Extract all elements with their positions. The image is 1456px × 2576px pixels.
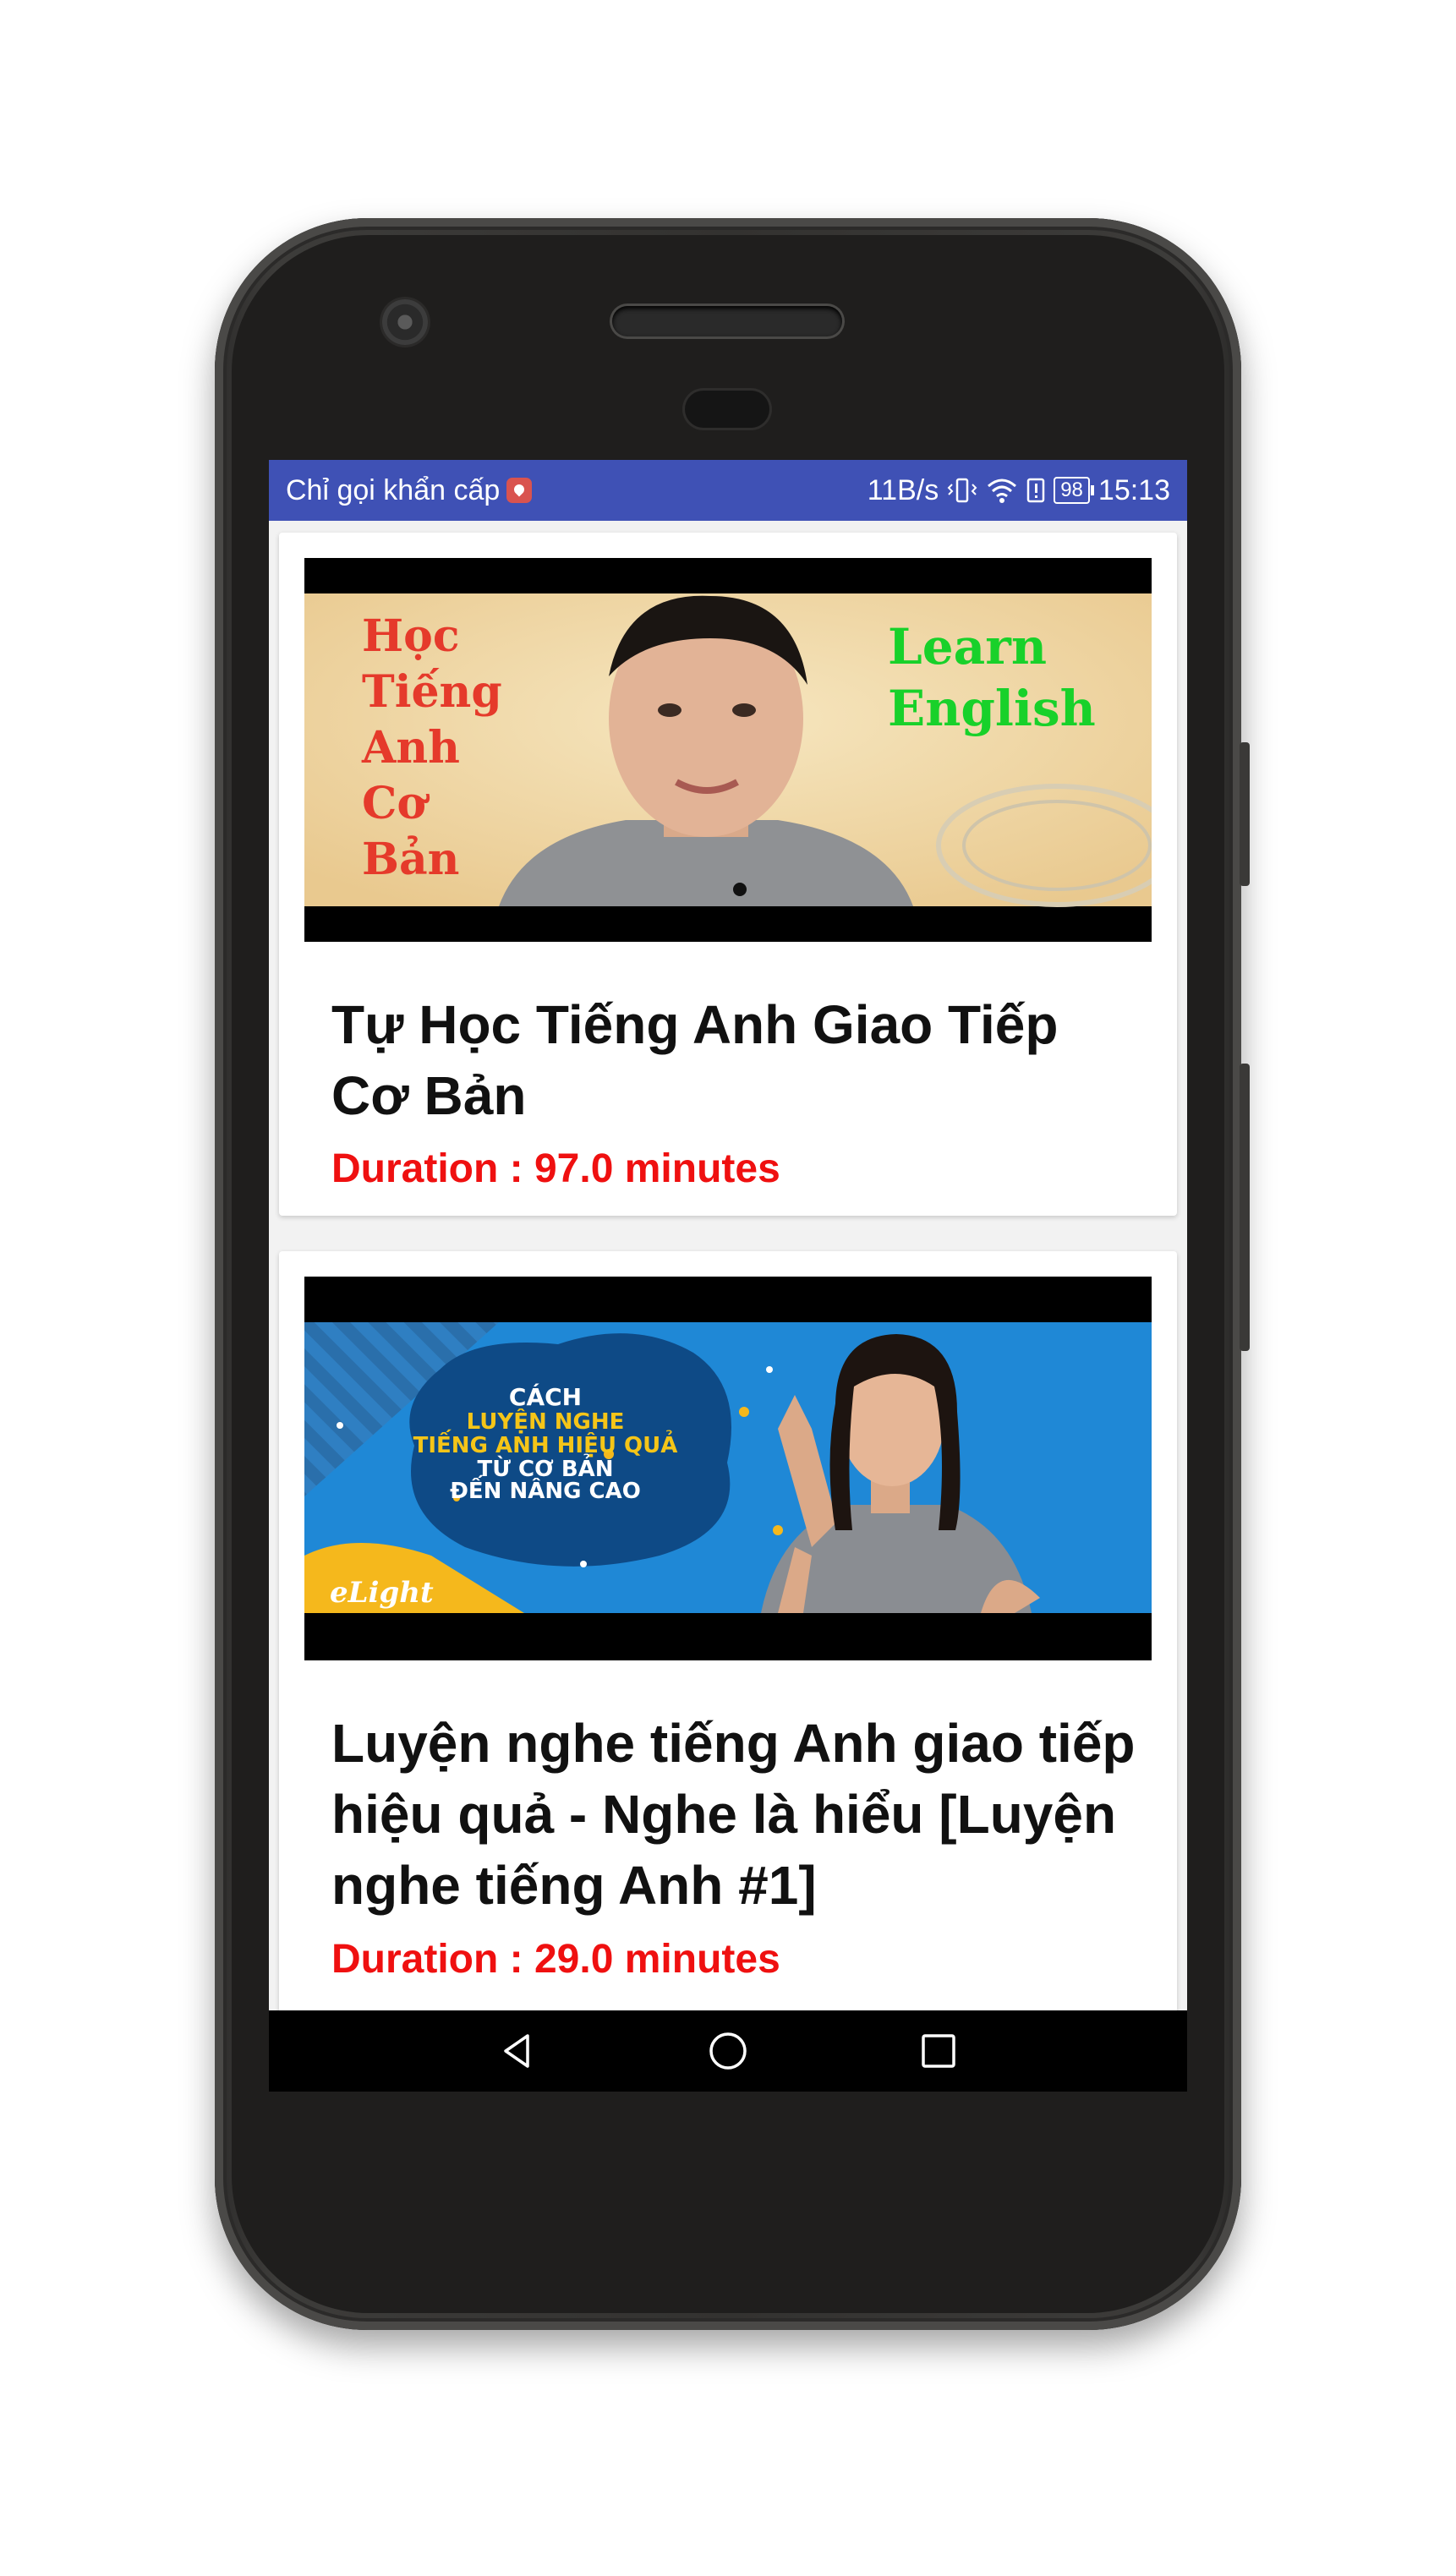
thumb-text-left: Cơ xyxy=(362,778,430,829)
thumb-line: CÁCH xyxy=(509,1382,582,1411)
video-card[interactable]: CÁCH LUYỆN NGHE TIẾNG ANH HIỆU QUẢ TỪ CƠ… xyxy=(279,1251,1177,2010)
video-list[interactable]: Học Tiếng Anh Cơ Bản Learn English Tự Họ… xyxy=(269,521,1187,2010)
video-title[interactable]: Tự Học Tiếng Anh Giao Tiếp Cơ Bản xyxy=(331,989,1143,1131)
wifi-icon xyxy=(988,479,1017,503)
video-duration: Duration : 97.0 minutes xyxy=(331,1146,780,1191)
thumb-text-right: English xyxy=(888,680,1096,737)
thumb-line: TIẾNG ANH HIỆU QUẢ xyxy=(413,1429,678,1458)
thumb-text-right: Learn xyxy=(888,618,1047,675)
back-icon[interactable] xyxy=(497,2031,538,2071)
thumb-text-left: Học xyxy=(362,610,459,662)
thumbnail-image: Học Tiếng Anh Cơ Bản Learn English xyxy=(304,558,1152,942)
video-card[interactable]: Học Tiếng Anh Cơ Bản Learn English Tự Họ… xyxy=(279,533,1177,1216)
thumb-line: ĐẾN NÂNG CAO xyxy=(450,1474,641,1504)
video-duration: Duration : 29.0 minutes xyxy=(331,1937,780,1982)
carrier-text: Chỉ gọi khẩn cấp xyxy=(286,473,501,506)
thumb-text-left: Tiếng xyxy=(362,666,502,718)
video-thumbnail[interactable]: Học Tiếng Anh Cơ Bản Learn English xyxy=(304,558,1152,942)
battery-icon: 98 xyxy=(1054,477,1094,504)
proximity-sensor xyxy=(685,391,769,428)
status-bar: Chỉ gọi khẩn cấp 11B/s 98 15:13 xyxy=(269,460,1187,521)
notification-badge-icon xyxy=(506,478,533,503)
network-speed: 11B/s xyxy=(867,473,939,506)
power-button xyxy=(1240,742,1250,886)
battery-level: 98 xyxy=(1060,479,1083,501)
thumb-line: TỪ CƠ BẢN xyxy=(477,1452,613,1482)
alert-icon xyxy=(1026,478,1045,503)
video-title[interactable]: Luyện nghe tiếng Anh giao tiếp hiệu quả … xyxy=(331,1708,1143,1921)
clock: 15:13 xyxy=(1097,473,1170,506)
thumb-text-left: Anh xyxy=(361,722,460,774)
thumb-line: LUYỆN NGHE xyxy=(467,1408,625,1435)
front-camera xyxy=(382,299,428,345)
home-icon[interactable] xyxy=(708,2031,748,2071)
thumb-text-left: Bản xyxy=(362,834,459,885)
earpiece-speaker xyxy=(612,306,842,336)
vibrate-icon xyxy=(947,478,977,503)
thumbnail-image: CÁCH LUYỆN NGHE TIẾNG ANH HIỆU QUẢ TỪ CƠ… xyxy=(304,1277,1152,1660)
phone-screen: Chỉ gọi khẩn cấp 11B/s 98 15:13 Học Tiến… xyxy=(269,460,1187,2092)
video-thumbnail[interactable]: CÁCH LUYỆN NGHE TIẾNG ANH HIỆU QUẢ TỪ CƠ… xyxy=(304,1277,1152,1660)
recents-icon[interactable] xyxy=(918,2031,959,2071)
volume-button xyxy=(1240,1064,1250,1351)
thumb-logo: eLight xyxy=(330,1576,434,1610)
navigation-bar xyxy=(269,2010,1187,2092)
